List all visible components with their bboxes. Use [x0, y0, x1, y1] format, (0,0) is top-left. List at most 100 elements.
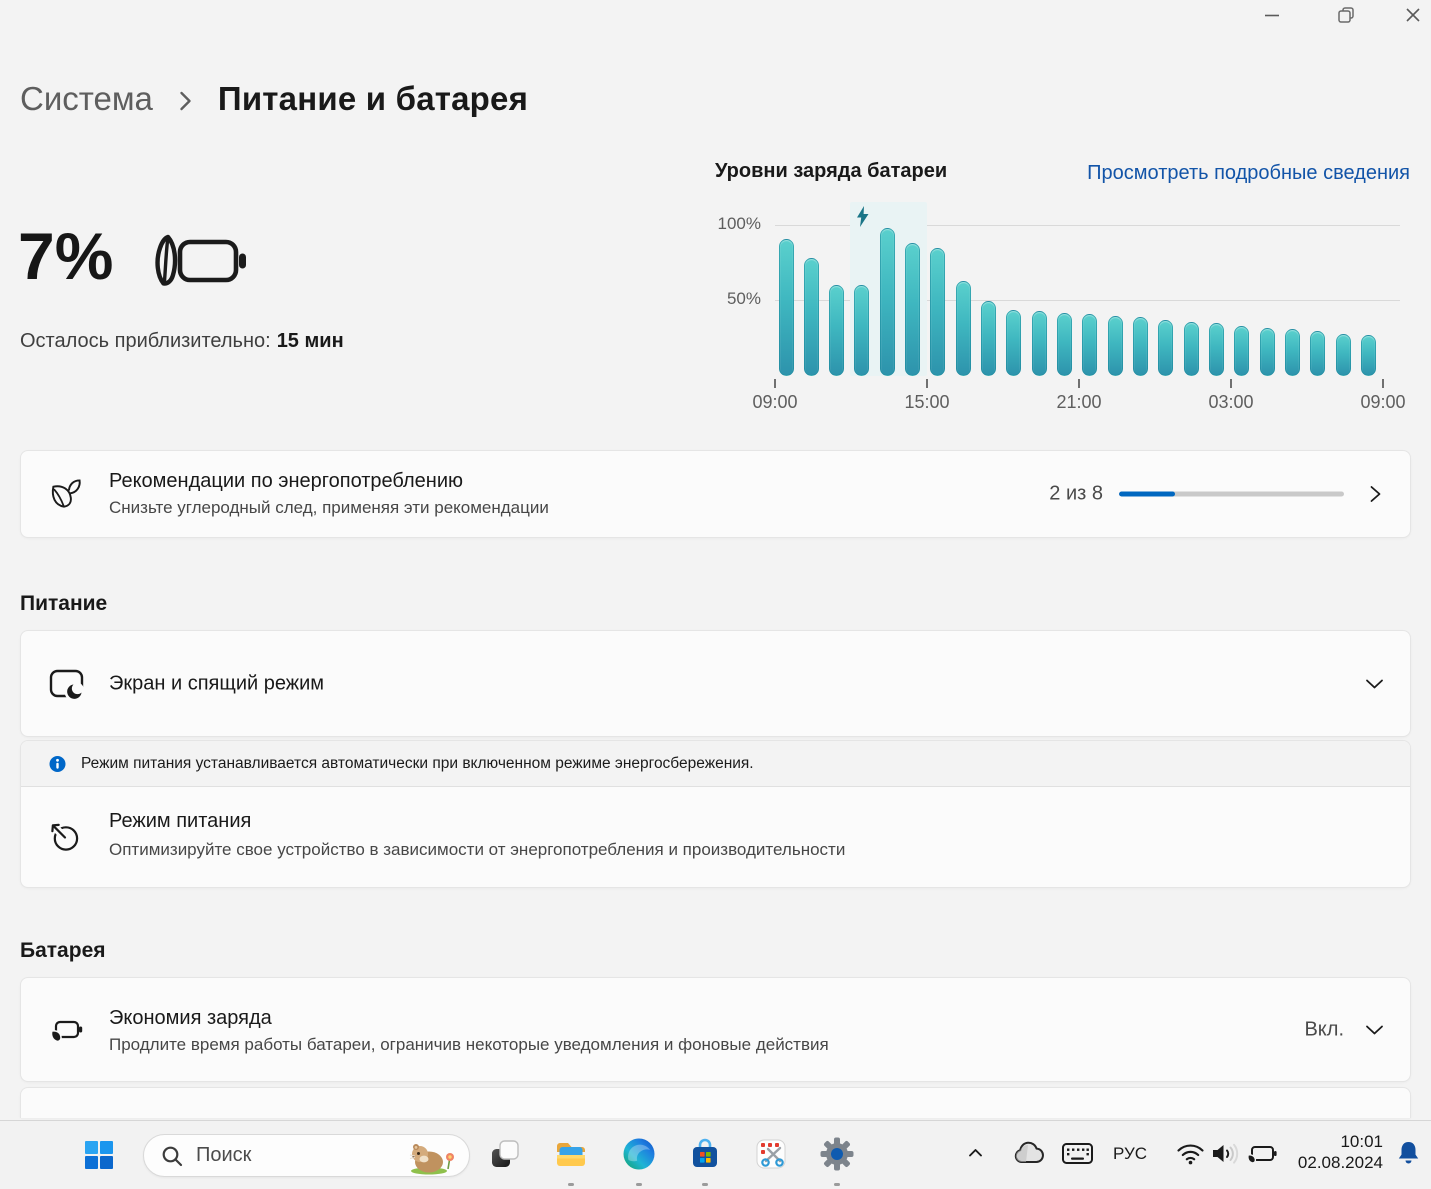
battery-level-bar	[829, 285, 844, 376]
search-placeholder: Поиск	[196, 1135, 251, 1176]
cloud-icon	[1012, 1140, 1045, 1166]
search-input[interactable]: Поиск	[143, 1134, 470, 1177]
tray-time: 10:01	[1298, 1131, 1383, 1152]
battery-chart-plot: 100% 50% 09:0015:0021:0003:0009:00	[715, 198, 1412, 416]
x-axis-tick	[774, 379, 776, 388]
recommendations-title: Рекомендации по энергопотреблению	[109, 470, 463, 493]
energy-recommendations-card[interactable]: Рекомендации по энергопотреблению Снизьт…	[20, 450, 1411, 538]
battery-level-bar	[880, 228, 895, 376]
battery-level-bar	[1082, 314, 1097, 376]
x-axis-label: 21:00	[1056, 392, 1101, 413]
clock[interactable]: 10:01 02.08.2024	[1298, 1131, 1383, 1173]
battery-level-bar	[1310, 331, 1325, 376]
section-battery: Батарея	[20, 939, 106, 963]
power-mode-subtitle: Оптимизируйте свое устройство в зависимо…	[109, 840, 845, 860]
onedrive-button[interactable]	[1012, 1140, 1045, 1166]
chevron-right-icon[interactable]	[1367, 485, 1384, 503]
restore-button[interactable]	[1337, 6, 1355, 24]
wifi-icon	[1176, 1142, 1205, 1165]
settings-button[interactable]	[819, 1136, 855, 1172]
battery-level-bar	[1361, 335, 1376, 376]
language-indicator[interactable]: РУС	[1113, 1144, 1147, 1164]
battery-level-bar	[1234, 326, 1249, 376]
keyboard-icon	[1061, 1141, 1094, 1166]
x-axis-tick	[1230, 379, 1232, 388]
screen-sleep-icon	[49, 668, 85, 700]
microsoft-store-button[interactable]	[687, 1136, 723, 1172]
chevron-up-icon	[968, 1147, 983, 1158]
battery-level-bar	[956, 281, 971, 376]
battery-percent: 7%	[18, 218, 113, 294]
x-axis-label: 15:00	[904, 392, 949, 413]
chart-title: Уровни заряда батареи	[715, 160, 947, 183]
remaining-value: 15 мин	[277, 330, 344, 352]
close-button[interactable]	[1404, 6, 1422, 24]
file-explorer-button[interactable]	[553, 1136, 589, 1172]
battery-level-bar	[1133, 317, 1148, 376]
battery-saver-value[interactable]: Вкл.	[1304, 1018, 1344, 1041]
lightning-icon	[856, 206, 869, 232]
recommendations-subtitle: Снизьте углеродный след, применяя эти ре…	[109, 498, 549, 518]
screen-sleep-title: Экран и спящий режим	[109, 672, 324, 695]
next-card-partial[interactable]	[20, 1087, 1411, 1118]
touch-keyboard-button[interactable]	[1061, 1141, 1094, 1166]
battery-level-bar	[1057, 313, 1072, 376]
battery-level-bar	[1108, 316, 1123, 376]
battery-level-bar	[1006, 310, 1021, 376]
breadcrumb-system[interactable]: Система	[20, 80, 153, 118]
x-axis-label: 03:00	[1208, 392, 1253, 413]
battery-level-bar	[779, 239, 794, 376]
battery-level-bar	[905, 243, 920, 376]
battery-level-bar	[1158, 320, 1173, 376]
power-mode-row[interactable]: Режим питания Оптимизируйте свое устройс…	[21, 787, 1410, 887]
power-mode-icon	[49, 822, 80, 853]
screen-sleep-card[interactable]: Экран и спящий режим	[20, 630, 1411, 737]
battery-saver-icon	[49, 1015, 83, 1045]
power-mode-title: Режим питания	[109, 810, 251, 833]
chevron-down-icon[interactable]	[1365, 1024, 1384, 1036]
gear-icon	[820, 1137, 854, 1171]
file-explorer-icon	[553, 1136, 589, 1172]
minimize-icon	[1263, 6, 1281, 24]
start-button[interactable]	[85, 1141, 113, 1169]
recommendations-progress-bar	[1119, 492, 1344, 497]
volume-button[interactable]	[1210, 1141, 1241, 1166]
battery-saver-tray-icon	[1246, 1143, 1278, 1165]
see-details-link[interactable]: Просмотреть подробные сведения	[1087, 162, 1410, 185]
eco-leaves-icon	[49, 478, 82, 511]
battery-saver-title: Экономия заряда	[109, 1007, 272, 1030]
battery-level-bar	[1184, 322, 1199, 376]
remaining-time: Осталось приблизительно:15 мин	[20, 330, 344, 353]
microsoft-store-icon	[688, 1137, 722, 1171]
search-highlight-image[interactable]	[407, 1138, 457, 1180]
notifications-button[interactable]	[1396, 1139, 1421, 1167]
section-power: Питание	[20, 592, 107, 616]
tray-battery-button[interactable]	[1246, 1143, 1278, 1165]
minimize-button[interactable]	[1263, 6, 1281, 24]
settings-window: Система Питание и батарея 7% Осталось пр…	[0, 0, 1431, 1189]
windows-start-icon	[85, 1141, 98, 1154]
power-mode-banner-text: Режим питания устанавливается автоматиче…	[81, 755, 754, 773]
info-icon	[49, 755, 66, 772]
snipping-tool-button[interactable]	[753, 1136, 789, 1172]
power-mode-group: Режим питания устанавливается автоматиче…	[20, 740, 1411, 888]
edge-icon	[622, 1137, 656, 1171]
chevron-right-icon	[179, 89, 192, 113]
app-running-indicator	[834, 1183, 840, 1186]
battery-saver-card[interactable]: Экономия заряда Продлите время работы ба…	[20, 977, 1411, 1082]
battery-level-bar	[854, 285, 869, 376]
chevron-down-icon[interactable]	[1365, 678, 1384, 690]
battery-level-bar	[930, 248, 945, 376]
edge-button[interactable]	[621, 1136, 657, 1172]
snipping-tool-icon	[754, 1137, 788, 1171]
task-view-button[interactable]	[487, 1136, 523, 1172]
x-axis-label: 09:00	[752, 392, 797, 413]
close-icon	[1404, 6, 1422, 24]
bell-icon	[1396, 1139, 1421, 1167]
wifi-button[interactable]	[1176, 1142, 1205, 1165]
task-view-icon	[488, 1137, 522, 1171]
tray-overflow-button[interactable]	[968, 1147, 983, 1158]
x-axis-tick	[1078, 379, 1080, 388]
power-mode-banner: Режим питания устанавливается автоматиче…	[21, 741, 1410, 787]
battery-level-bar	[804, 258, 819, 376]
